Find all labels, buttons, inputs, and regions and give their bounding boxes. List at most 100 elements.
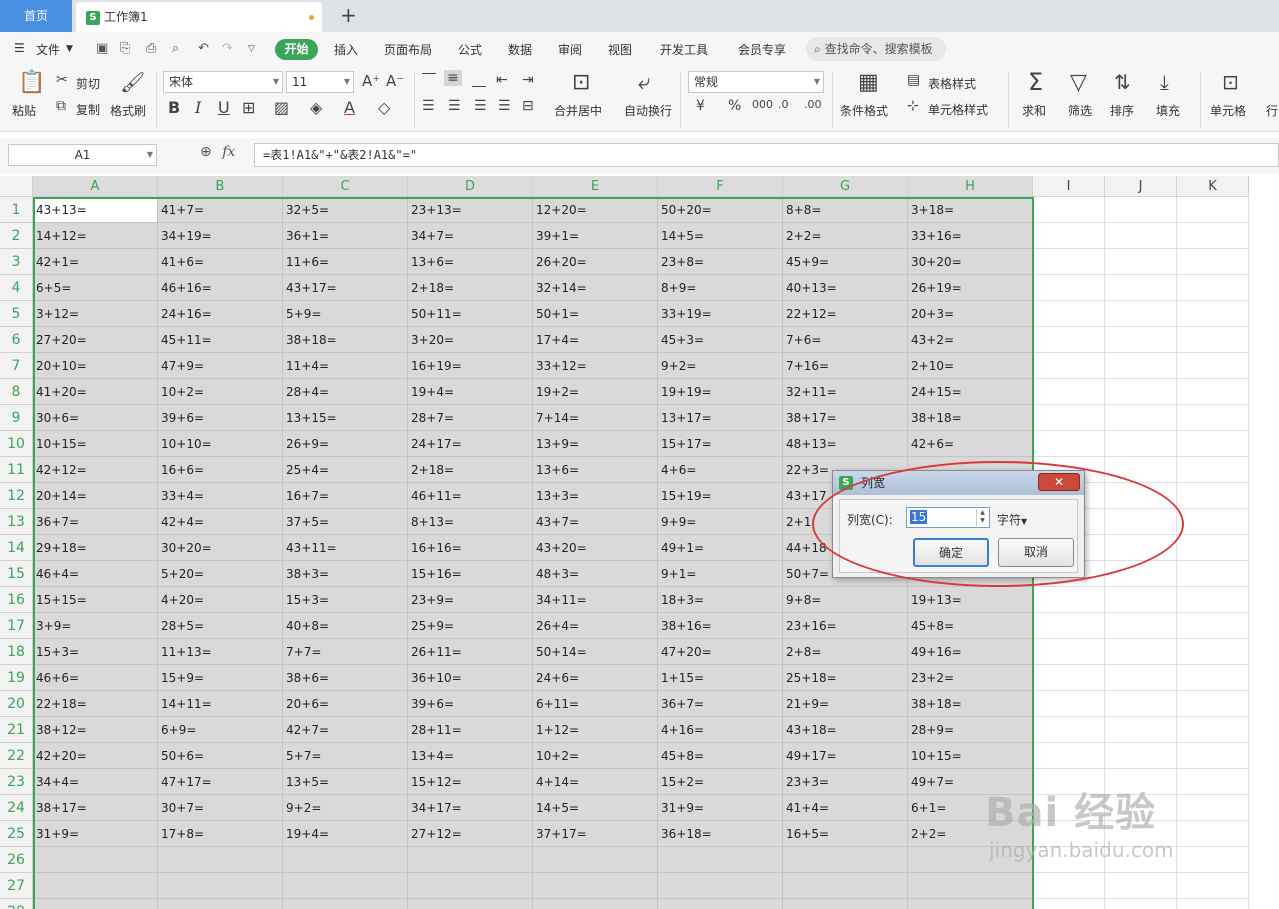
- grid-cell[interactable]: [1177, 587, 1249, 613]
- grid-cell[interactable]: 38+16=: [658, 613, 783, 639]
- undo-icon[interactable]: ↶: [198, 41, 209, 56]
- grid-cell[interactable]: [1177, 197, 1249, 223]
- copy-icon[interactable]: ⧉: [56, 98, 66, 114]
- grid-cell[interactable]: 20+14=: [33, 483, 158, 509]
- grid-cell[interactable]: [1105, 821, 1177, 847]
- spinner-icon[interactable]: ▲ ▼: [976, 509, 988, 526]
- grid-cell[interactable]: [1105, 301, 1177, 327]
- fill-color-icon[interactable]: ◈: [310, 98, 322, 117]
- row-header[interactable]: 23: [0, 769, 33, 795]
- cell-icon[interactable]: ⊡: [1222, 70, 1239, 94]
- grid-cell[interactable]: 23+13=: [408, 197, 533, 223]
- grid-cell[interactable]: 46+16=: [158, 275, 283, 301]
- grid-cell[interactable]: 50+14=: [533, 639, 658, 665]
- column-header-e[interactable]: E: [533, 176, 658, 197]
- grid-cell[interactable]: 36+10=: [408, 665, 533, 691]
- grid-cell[interactable]: 39+6=: [158, 405, 283, 431]
- row-header[interactable]: 11: [0, 457, 33, 483]
- grid-cell[interactable]: 30+20=: [908, 249, 1033, 275]
- grid-cell[interactable]: 15+19=: [658, 483, 783, 509]
- font-color-icon[interactable]: A: [344, 98, 355, 117]
- grid-cell[interactable]: [1033, 587, 1105, 613]
- grid-cell[interactable]: 7+16=: [783, 353, 908, 379]
- fill-style-icon[interactable]: ▨: [274, 98, 289, 117]
- grid-cell[interactable]: 15+2=: [658, 769, 783, 795]
- grid-cell[interactable]: [33, 899, 158, 909]
- row-header[interactable]: 5: [0, 301, 33, 327]
- grid-cell[interactable]: 13+15=: [283, 405, 408, 431]
- grid-cell[interactable]: [1033, 691, 1105, 717]
- select-all-corner[interactable]: [0, 176, 33, 197]
- row-header[interactable]: 2: [0, 223, 33, 249]
- grid-cell[interactable]: 7+7=: [283, 639, 408, 665]
- grid-cell[interactable]: 34+17=: [408, 795, 533, 821]
- grid-cell[interactable]: [1105, 691, 1177, 717]
- grid-cell[interactable]: 43+7=: [533, 509, 658, 535]
- grid-cell[interactable]: 43+18=: [783, 717, 908, 743]
- grid-cell[interactable]: [1177, 353, 1249, 379]
- grid-cell[interactable]: [1177, 275, 1249, 301]
- grid-cell[interactable]: 4+16=: [658, 717, 783, 743]
- grid-cell[interactable]: [1105, 639, 1177, 665]
- grid-cell[interactable]: 3+12=: [33, 301, 158, 327]
- sort-icon[interactable]: ⇅: [1114, 70, 1131, 94]
- increase-decimal-icon[interactable]: .0: [778, 98, 789, 111]
- grid-cell[interactable]: 15+3=: [33, 639, 158, 665]
- grid-cell[interactable]: [408, 847, 533, 873]
- grid-cell[interactable]: 5+7=: [283, 743, 408, 769]
- column-header-a[interactable]: A: [33, 176, 158, 197]
- grid-cell[interactable]: [1105, 327, 1177, 353]
- grid-cell[interactable]: [1033, 847, 1105, 873]
- grid-cell[interactable]: [1177, 639, 1249, 665]
- grid-cell[interactable]: 42+4=: [158, 509, 283, 535]
- column-header-i[interactable]: I: [1033, 176, 1105, 197]
- grid-cell[interactable]: [1105, 275, 1177, 301]
- grid-cell[interactable]: [1033, 197, 1105, 223]
- sort-button[interactable]: 排序: [1110, 102, 1134, 119]
- grid-cell[interactable]: [1105, 353, 1177, 379]
- currency-icon[interactable]: ¥: [696, 98, 705, 114]
- grid-cell[interactable]: 13+17=: [658, 405, 783, 431]
- grid-cell[interactable]: 49+1=: [658, 535, 783, 561]
- grid-cell[interactable]: [1177, 327, 1249, 353]
- grid-cell[interactable]: [1177, 405, 1249, 431]
- grid-cell[interactable]: [1177, 899, 1249, 909]
- zoom-icon[interactable]: ⊕: [200, 144, 212, 160]
- grid-cell[interactable]: [1105, 769, 1177, 795]
- sum-icon[interactable]: Σ: [1028, 68, 1043, 96]
- align-middle-icon[interactable]: ≡: [444, 70, 462, 86]
- row-header[interactable]: 24: [0, 795, 33, 821]
- grid-cell[interactable]: [1033, 821, 1105, 847]
- grid-cell[interactable]: 42+20=: [33, 743, 158, 769]
- grid-cell[interactable]: [908, 847, 1033, 873]
- grid-cell[interactable]: 17+8=: [158, 821, 283, 847]
- column-width-input[interactable]: 15 ▲ ▼: [906, 507, 990, 528]
- grid-cell[interactable]: 31+9=: [658, 795, 783, 821]
- grid-cell[interactable]: [1105, 561, 1177, 587]
- grid-cell[interactable]: 34+4=: [33, 769, 158, 795]
- outdent-icon[interactable]: ⇤: [496, 72, 508, 88]
- grid-cell[interactable]: 15+15=: [33, 587, 158, 613]
- grid-cell[interactable]: [783, 899, 908, 909]
- grid-cell[interactable]: [1105, 223, 1177, 249]
- grid-cell[interactable]: 8+9=: [658, 275, 783, 301]
- grid-cell[interactable]: [533, 899, 658, 909]
- column-header-k[interactable]: K: [1177, 176, 1249, 197]
- row-header[interactable]: 13: [0, 509, 33, 535]
- grid-cell[interactable]: 38+18=: [283, 327, 408, 353]
- grid-cell[interactable]: 38+17=: [783, 405, 908, 431]
- cut-button[interactable]: 剪切: [76, 75, 100, 92]
- grid-cell[interactable]: [1033, 431, 1105, 457]
- grid-cell[interactable]: 10+15=: [33, 431, 158, 457]
- grid-cell[interactable]: 26+11=: [408, 639, 533, 665]
- row-header[interactable]: 21: [0, 717, 33, 743]
- grid-cell[interactable]: 27+20=: [33, 327, 158, 353]
- grid-cell[interactable]: 47+9=: [158, 353, 283, 379]
- grid-cell[interactable]: [783, 847, 908, 873]
- table-style-icon[interactable]: ▤: [907, 72, 920, 88]
- grid-cell[interactable]: [1033, 275, 1105, 301]
- grid-cell[interactable]: 47+17=: [158, 769, 283, 795]
- grid-cell[interactable]: 42+1=: [33, 249, 158, 275]
- thousands-icon[interactable]: 000: [752, 98, 773, 111]
- grid-cell[interactable]: [1105, 379, 1177, 405]
